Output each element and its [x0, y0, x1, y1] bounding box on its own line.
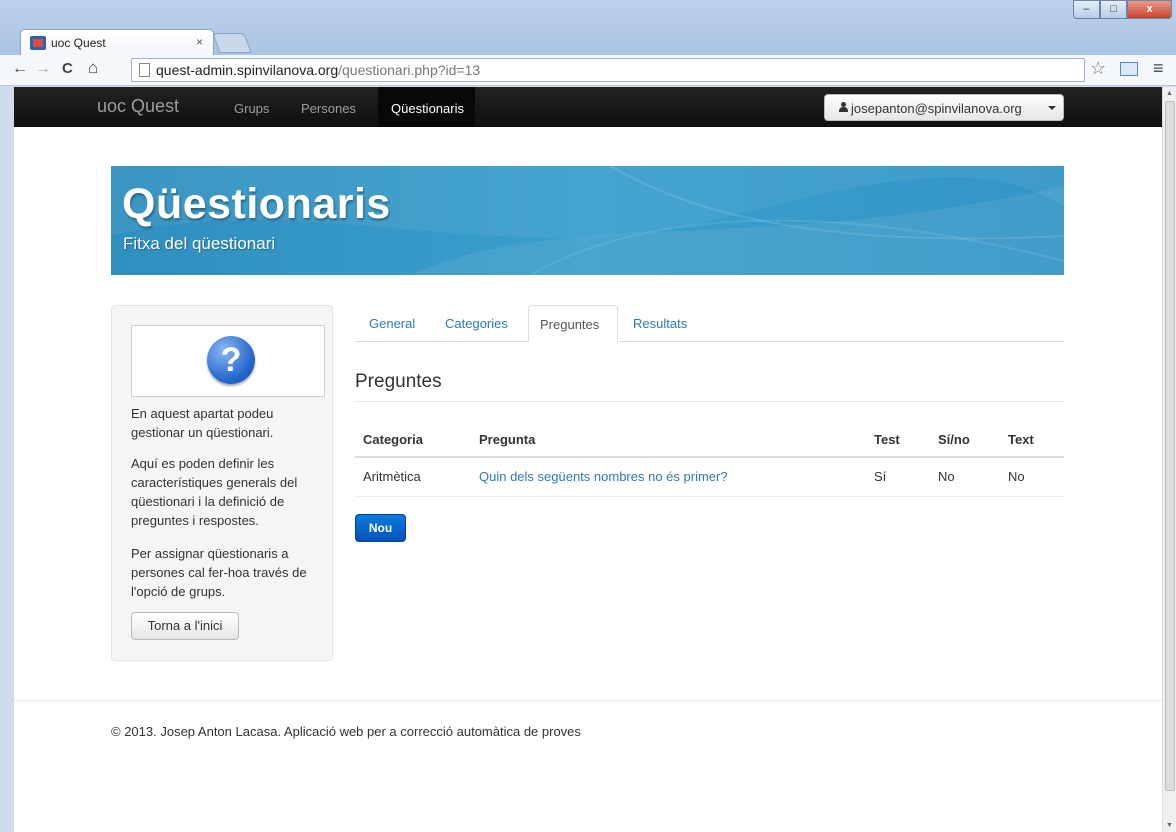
menu-icon[interactable]: ≡ — [1153, 58, 1164, 79]
address-bar[interactable]: quest-admin.spinvilanova.org/questionari… — [131, 58, 1085, 82]
scroll-down-icon[interactable]: ▼ — [1166, 822, 1173, 829]
close-tab-icon[interactable]: × — [196, 35, 203, 49]
question-mark-icon: ? — [207, 336, 255, 384]
browser-titlebar: uoc Quest × – □ x — [0, 0, 1176, 58]
tab-categories[interactable]: Categories — [445, 316, 508, 331]
brand-link[interactable]: uoc Quest — [97, 96, 179, 117]
reload-icon[interactable]: C — [62, 60, 73, 77]
sidebar-panel: ? En aquest apartat podeu gestionar un q… — [111, 305, 333, 661]
column-header-categoria: Categoria — [363, 432, 423, 447]
section-title: Preguntes — [355, 371, 442, 392]
top-navbar: uoc Quest Grups Persones Qüestionaris jo… — [14, 87, 1162, 127]
nav-link-persones[interactable]: Persones — [301, 101, 356, 116]
sidebar-paragraph: Aquí es poden definir les característiqu… — [131, 456, 298, 528]
user-icon — [839, 102, 848, 112]
extension-icon[interactable] — [1120, 62, 1138, 76]
column-header-test: Test — [874, 432, 900, 447]
minimize-button[interactable]: – — [1073, 0, 1100, 19]
page-viewport: uoc Quest Grups Persones Qüestionaris jo… — [14, 87, 1162, 832]
page-header-banner: Qüestionaris Fitxa del qüestionari — [111, 166, 1064, 275]
browser-tab-title: uoc Quest — [51, 36, 106, 50]
nav-link-questionaris[interactable]: Qüestionaris — [378, 87, 475, 127]
scroll-up-icon[interactable]: ▲ — [1166, 90, 1173, 97]
help-image-box: ? — [131, 325, 325, 397]
new-question-button[interactable]: Nou — [355, 514, 406, 542]
table-cell-text: No — [1008, 469, 1025, 484]
forward-icon[interactable]: → — [35, 60, 51, 78]
user-email: josepanton@spinvilanova.org — [851, 101, 1022, 116]
footer-text: © 2013. Josep Anton Lacasa. Aplicació we… — [111, 724, 581, 739]
url-text: quest-admin.spinvilanova.org/questionari… — [156, 62, 481, 78]
bookmark-star-icon[interactable]: ☆ — [1090, 58, 1106, 79]
window-controls: – □ x — [1073, 0, 1172, 20]
browser-toolbar: ← → C ⌂ quest-admin.spinvilanova.org/que… — [0, 55, 1176, 86]
page-title: Qüestionaris — [122, 180, 391, 228]
user-menu-button[interactable]: josepanton@spinvilanova.org — [824, 94, 1064, 121]
column-header-text: Text — [1008, 432, 1034, 447]
home-button[interactable]: Torna a l'inici — [131, 612, 239, 640]
back-icon[interactable]: ← — [12, 60, 28, 78]
favicon-icon — [30, 36, 46, 50]
table-cell-test: Sí — [874, 469, 887, 484]
nav-link-grups[interactable]: Grups — [234, 101, 269, 116]
page-scrollbar[interactable]: ▲ ▼ — [1162, 87, 1176, 832]
table-row-divider — [355, 496, 1064, 497]
sidebar-paragraph: Per assignar qüestionaris a persones cal… — [131, 546, 307, 599]
tab-bar: General Categories Preguntes Resultats — [355, 305, 1064, 342]
home-icon[interactable]: ⌂ — [88, 58, 98, 78]
caret-down-icon — [1048, 106, 1056, 110]
table-cell-categoria: Aritmètica — [363, 469, 421, 484]
tab-resultats[interactable]: Resultats — [633, 316, 687, 331]
new-tab-button[interactable] — [212, 33, 252, 53]
footer-divider — [14, 700, 1162, 701]
maximize-button[interactable]: □ — [1100, 0, 1127, 19]
close-window-button[interactable]: x — [1127, 0, 1172, 19]
page-icon — [139, 63, 150, 77]
column-header-pregunta: Pregunta — [479, 432, 536, 447]
page-subtitle: Fitxa del qüestionari — [123, 234, 276, 253]
browser-tab[interactable]: uoc Quest × — [20, 29, 214, 55]
tab-preguntes[interactable]: Preguntes — [528, 305, 618, 342]
tab-general[interactable]: General — [369, 316, 415, 331]
scrollbar-thumb[interactable] — [1165, 101, 1175, 791]
sidebar-paragraph: En aquest apartat podeu gestionar un qüe… — [131, 406, 274, 440]
column-header-sino: Sí/no — [938, 432, 970, 447]
section-divider — [355, 401, 1064, 402]
question-link[interactable]: Quin dels següents nombres no és primer? — [479, 469, 728, 484]
table-cell-sino: No — [938, 469, 955, 484]
table-header-divider — [355, 456, 1064, 458]
